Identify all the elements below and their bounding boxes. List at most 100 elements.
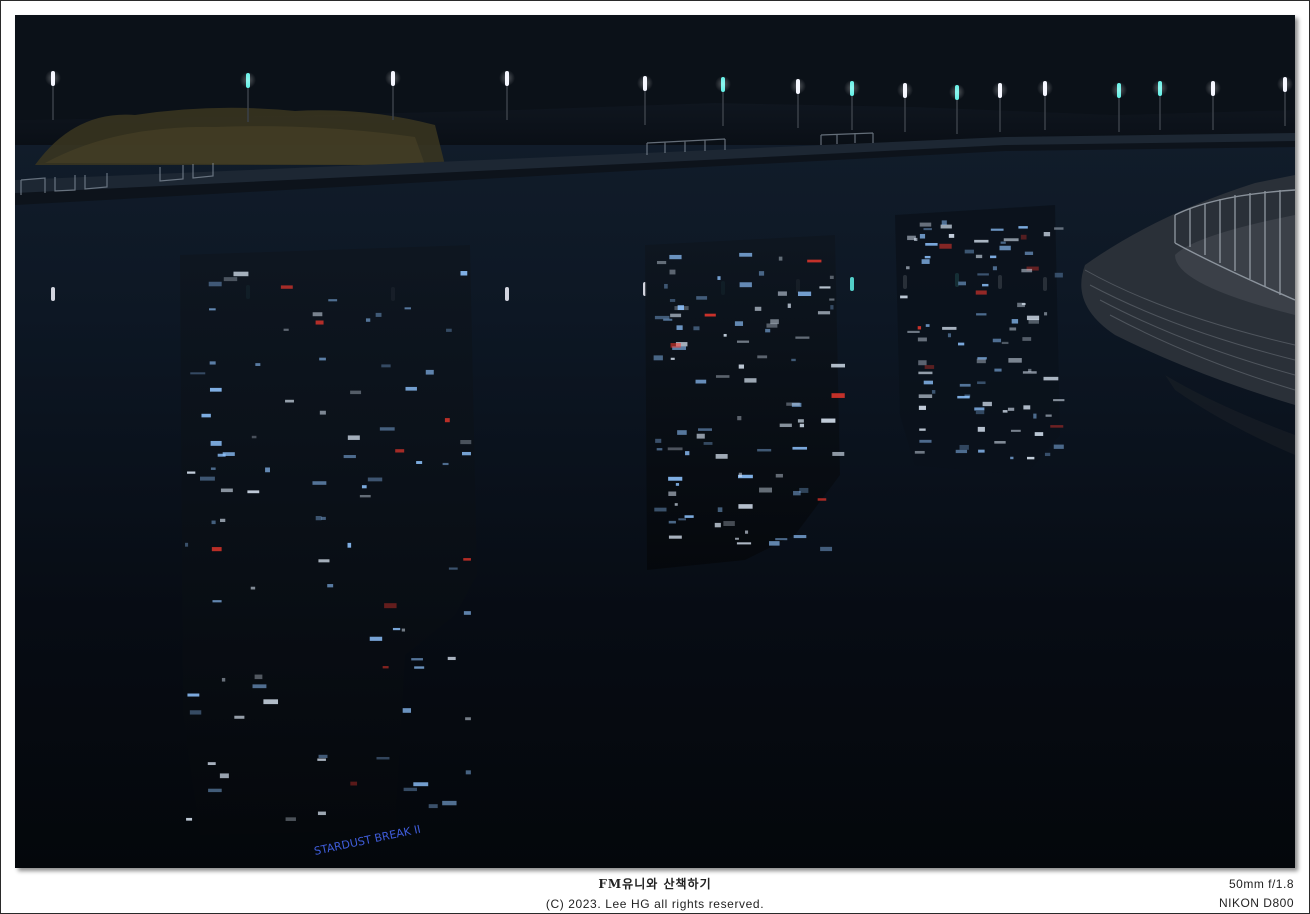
window-light (769, 541, 780, 546)
window-light (656, 448, 663, 451)
window-light (1054, 227, 1064, 230)
window-light (369, 636, 383, 641)
window-light (919, 233, 926, 239)
window-light (663, 318, 673, 321)
window-light (766, 323, 778, 328)
window-light (318, 559, 330, 563)
window-light (656, 260, 667, 265)
window-light (186, 817, 193, 821)
window-light (924, 365, 935, 369)
window-light (737, 416, 742, 421)
window-light (757, 355, 768, 359)
window-light (957, 342, 965, 346)
window-light (384, 603, 397, 609)
window-light (208, 281, 222, 287)
lamp-glow (790, 78, 806, 94)
window-light (414, 666, 425, 669)
window-light (669, 269, 676, 275)
copyright-notice: (C) 2023. Lee HG all rights reserved. (545, 897, 765, 911)
window-light (247, 490, 260, 494)
window-light (670, 357, 675, 360)
window-light (442, 800, 457, 806)
window-light (723, 333, 727, 337)
window-light (975, 410, 985, 415)
window-light (918, 405, 926, 410)
window-light (447, 656, 456, 661)
window-light (717, 507, 723, 513)
window-light (957, 395, 970, 399)
window-light (209, 361, 216, 365)
window-light (285, 399, 294, 403)
window-light (1009, 327, 1017, 331)
window-light (744, 530, 749, 534)
window-light (187, 471, 196, 474)
window-light (964, 249, 974, 254)
window-light (982, 401, 992, 407)
window-light (736, 340, 750, 343)
window-light (693, 326, 700, 331)
window-light (234, 715, 245, 719)
window-light (1023, 405, 1031, 410)
window-light (222, 452, 235, 456)
window-light (775, 538, 788, 541)
window-light (1022, 371, 1037, 374)
window-light (668, 535, 682, 539)
window-light (821, 418, 836, 423)
window-light (685, 451, 690, 456)
lamp-glow (499, 70, 515, 86)
window-light (754, 306, 762, 311)
window-light (1053, 399, 1065, 402)
window-light (1010, 429, 1021, 432)
window-light (312, 481, 327, 485)
window-light (211, 520, 216, 525)
window-light (212, 600, 222, 603)
window-light (375, 312, 382, 317)
window-light (1017, 302, 1025, 308)
window-light (735, 537, 739, 540)
window-light (674, 503, 678, 506)
window-light (829, 298, 835, 301)
window-light (1043, 232, 1051, 237)
window-light (797, 291, 812, 297)
window-light (786, 402, 800, 406)
window-light (254, 674, 263, 680)
window-light (428, 804, 438, 809)
lamp-glow (45, 70, 61, 86)
lamp-glow (240, 72, 256, 88)
window-light (914, 450, 925, 454)
window-light (977, 381, 986, 385)
window-light (251, 435, 257, 439)
window-light (795, 336, 810, 339)
window-light (1053, 444, 1064, 449)
window-light (376, 756, 390, 760)
lamp-glow (992, 82, 1008, 98)
window-light (1043, 376, 1059, 381)
window-light (319, 410, 326, 415)
window-light (765, 328, 771, 333)
window-light (1044, 312, 1048, 316)
window-light (807, 259, 822, 263)
window-light (1054, 272, 1063, 278)
window-light (343, 455, 356, 459)
window-light (209, 308, 216, 311)
window-light (210, 440, 222, 446)
window-light (744, 378, 757, 383)
window-light (715, 454, 728, 459)
lamp-glow (1205, 80, 1221, 96)
window-light (918, 394, 933, 399)
window-light (990, 255, 997, 259)
window-light (670, 313, 682, 318)
window-light (831, 393, 845, 398)
window-light (670, 343, 681, 348)
window-light (252, 684, 267, 689)
window-light (359, 494, 371, 498)
window-light (797, 419, 804, 423)
window-light (696, 296, 708, 300)
photo-title: FM유니와 산책하기 (598, 877, 712, 891)
window-light (907, 330, 920, 333)
window-light (1002, 410, 1008, 413)
lamp-reflection (850, 277, 854, 291)
window-light (734, 321, 744, 326)
window-light (250, 586, 256, 590)
window-light (941, 220, 947, 225)
